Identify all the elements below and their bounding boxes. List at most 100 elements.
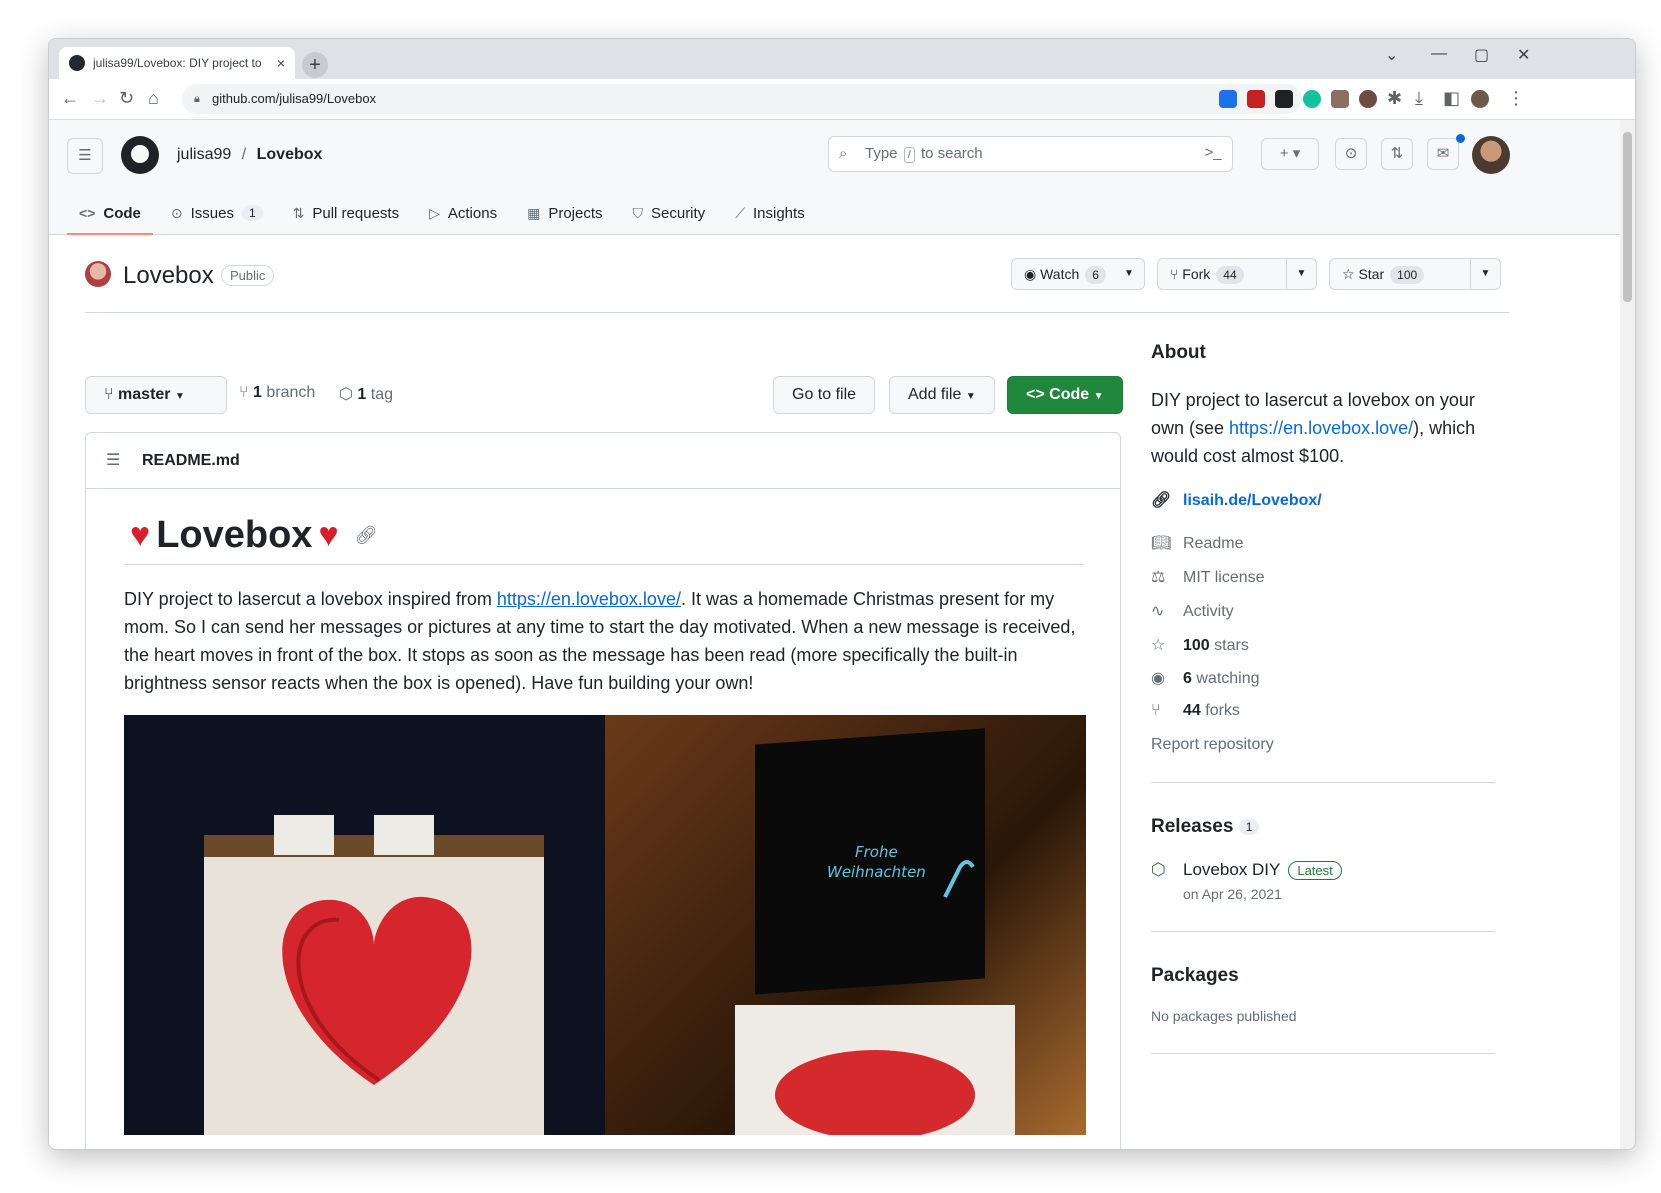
close-window-button[interactable]: ✕ (1517, 45, 1530, 65)
command-palette-icon[interactable]: >_ (1197, 138, 1229, 170)
activity-label: Activity (1183, 603, 1234, 620)
repo-link[interactable]: Lovebox (257, 146, 323, 163)
releases-title: Releases (1151, 816, 1234, 837)
github-page: ☰ julisa99 / Lovebox ⌕ Type / to search … (49, 120, 1620, 1149)
scrollbar[interactable] (1620, 120, 1635, 1149)
branch-select[interactable]: ⑂ master ▼ (85, 376, 227, 414)
tab-code[interactable]: <> Code (67, 192, 153, 235)
license-label: MIT license (1183, 569, 1265, 586)
pull-requests-icon[interactable]: ⇅ (1381, 138, 1413, 170)
branches-link[interactable]: ⑂ 1 branch (239, 384, 315, 402)
chevron-down-icon[interactable]: ▼ (1114, 259, 1144, 289)
list-icon[interactable]: ☰ (106, 433, 120, 489)
screen-text-1: Frohe (855, 843, 898, 861)
tab-strip: julisa99/Lovebox: DIY project to × + ⌄ —… (49, 39, 1635, 79)
tab-projects[interactable]: ▦ Projects (515, 192, 614, 234)
forks-count: 44 (1183, 702, 1201, 719)
issues-icon[interactable]: ⊙ (1335, 138, 1367, 170)
extension-icon[interactable] (1331, 90, 1349, 108)
notification-dot (1456, 134, 1465, 143)
sidepanel-icon[interactable]: ◧ (1443, 88, 1460, 109)
license-link[interactable]: ⚖ MIT license (1151, 567, 1265, 587)
tag-icon: ⬡ (339, 386, 358, 403)
address-bar[interactable]: 🔒︎ github.com/julisa99/Lovebox ⌕ ☆ (182, 84, 1302, 114)
code-icon: <> (79, 205, 96, 221)
forward-icon[interactable]: → (91, 88, 109, 109)
maximize-button[interactable]: ▢ (1474, 45, 1489, 65)
release-item[interactable]: ⬡ Lovebox DIY Latest (1151, 860, 1342, 880)
new-tab-button[interactable]: + (302, 52, 328, 78)
add-file-button[interactable]: Add file ▼ (889, 376, 995, 414)
download-icon[interactable]: ⤓ (1415, 88, 1423, 109)
tab-actions[interactable]: ▷ Actions (417, 192, 509, 234)
grammarly-icon[interactable] (1303, 90, 1321, 108)
report-link[interactable]: Report repository (1151, 736, 1274, 754)
url-text: github.com/julisa99/Lovebox (212, 91, 377, 106)
about-heading: About (1151, 342, 1206, 363)
watch-count: 6 (1085, 266, 1106, 284)
code-button[interactable]: <> Code ▼ (1007, 376, 1123, 414)
eye-icon: ◉ (1151, 670, 1165, 687)
home-icon[interactable]: ⌂ (148, 88, 159, 109)
extension-icon[interactable] (1219, 90, 1237, 108)
chevron-down-icon[interactable]: ▼ (1470, 259, 1500, 289)
code-label: Code (1049, 386, 1090, 403)
avatar[interactable] (1472, 136, 1510, 174)
chevron-down-icon[interactable]: ▼ (1286, 259, 1316, 289)
lovebox-screen-image: Frohe Weihnachten (735, 728, 1015, 1135)
reload-icon[interactable]: ↻ (119, 88, 134, 109)
tab-search-icon[interactable]: ⌄ (1385, 45, 1398, 65)
menu-icon[interactable]: ⋮ (1507, 88, 1525, 109)
extension-icon[interactable] (1359, 90, 1377, 108)
readme-box: ☰ README.md ♥ Lovebox ♥ 🔗︎ DIY project t… (85, 432, 1121, 1149)
screen-text-2: Weihnachten (827, 863, 926, 881)
profile-avatar[interactable] (1471, 90, 1489, 108)
create-new-button[interactable]: + ▾ (1261, 138, 1319, 170)
github-logo-icon[interactable] (121, 136, 159, 174)
tab-pull-requests[interactable]: ⇅ Pull requests (281, 192, 411, 234)
watching-link[interactable]: ◉ 6 watching (1151, 668, 1260, 688)
website-link[interactable]: 🔗︎ lisaih.de/Lovebox/ (1151, 490, 1322, 510)
inbox-icon[interactable]: ✉ (1427, 138, 1459, 170)
fork-icon: ⑂ (1151, 702, 1161, 719)
packages-heading[interactable]: Packages (1151, 965, 1239, 987)
tags-link[interactable]: ⬡ 1 tag (339, 384, 393, 404)
release-date: on Apr 26, 2021 (1183, 886, 1282, 902)
activity-link[interactable]: ∿ Activity (1151, 601, 1234, 621)
website-text: lisaih.de/Lovebox/ (1183, 492, 1322, 509)
scrollbar-thumb[interactable] (1623, 132, 1632, 302)
tab-insights[interactable]: ⟋ Insights (723, 192, 817, 234)
search-prefix: Type (865, 145, 898, 162)
chevron-down-icon: ▼ (1093, 391, 1104, 402)
lovebox-link[interactable]: https://en.lovebox.love/ (497, 589, 681, 609)
puzzle-icon[interactable]: ✱ (1387, 88, 1402, 109)
close-tab-icon[interactable]: × (277, 55, 285, 71)
forks-link[interactable]: ⑂ 44 forks (1151, 702, 1240, 720)
star-button[interactable]: ☆ Star 100 ▼ (1329, 258, 1501, 290)
tab-security[interactable]: ⛉ Security (621, 192, 718, 234)
stars-link[interactable]: ☆ 100 stars (1151, 635, 1249, 655)
fork-button[interactable]: ⑂ Fork 44 ▼ (1157, 258, 1317, 290)
readme-link[interactable]: 📖︎ Readme (1151, 533, 1243, 553)
back-icon[interactable]: ← (61, 88, 79, 109)
go-to-file-button[interactable]: Go to file (773, 376, 876, 414)
browser-window: julisa99/Lovebox: DIY project to × + ⌄ —… (48, 38, 1636, 1150)
forks-word: forks (1205, 702, 1240, 719)
chevron-down-icon: ▼ (174, 391, 185, 402)
anchor-link-icon[interactable]: 🔗︎ (355, 525, 378, 546)
about-link[interactable]: https://en.lovebox.love/ (1229, 418, 1413, 438)
browser-tab[interactable]: julisa99/Lovebox: DIY project to × (59, 47, 295, 79)
tab-issues[interactable]: ⊙ Issues 1 (159, 192, 275, 234)
minimize-button[interactable]: — (1431, 45, 1447, 63)
hamburger-icon[interactable]: ☰ (67, 138, 103, 174)
owner-link[interactable]: julisa99 (177, 146, 231, 163)
extension-icon[interactable] (1275, 90, 1293, 108)
repo-name[interactable]: Lovebox (123, 262, 214, 290)
star-count: 100 (1390, 266, 1425, 284)
readme-header: ☰ README.md (86, 433, 1120, 489)
releases-heading[interactable]: Releases 1 (1151, 816, 1260, 838)
watch-button[interactable]: ◉ Watch 6 ▼ (1011, 258, 1145, 290)
search-input[interactable]: ⌕ Type / to search (828, 136, 1233, 172)
extension-icon[interactable] (1247, 90, 1265, 108)
graph-icon: ⟋ (735, 204, 745, 221)
